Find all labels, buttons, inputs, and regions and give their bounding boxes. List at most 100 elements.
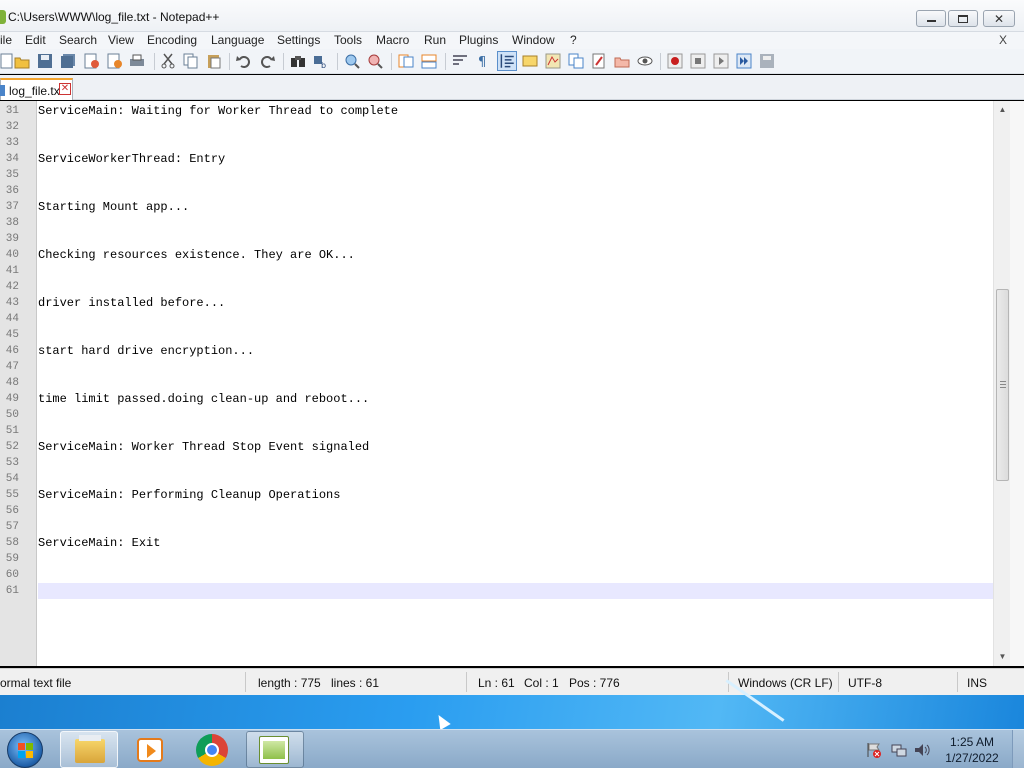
save-all-icon[interactable] xyxy=(60,53,76,69)
cut-icon[interactable] xyxy=(160,53,176,69)
svg-text:b: b xyxy=(321,61,326,69)
line-number: 46 xyxy=(5,345,19,357)
sync-vertical-icon[interactable] xyxy=(398,53,414,69)
code-line[interactable]: Starting Mount app... xyxy=(38,200,189,214)
close-all-icon[interactable] xyxy=(107,53,123,69)
zoom-in-icon[interactable] xyxy=(344,53,360,69)
word-wrap-icon[interactable] xyxy=(452,53,468,69)
system-clock[interactable]: 1:25 AM 1/27/2022 xyxy=(935,734,1009,766)
code-line[interactable]: ServiceMain: Performing Cleanup Operatio… xyxy=(38,488,340,502)
code-line[interactable]: ServiceMain: Exit xyxy=(38,536,160,550)
code-line[interactable]: ServiceMain: Worker Thread Stop Event si… xyxy=(38,440,369,454)
status-insert-mode[interactable]: INS xyxy=(967,676,987,690)
scrollbar-thumb[interactable] xyxy=(996,289,1009,481)
line-number: 31 xyxy=(5,105,19,117)
menu-macro[interactable]: Macro xyxy=(376,33,409,47)
stop-recording-icon[interactable] xyxy=(690,53,706,69)
status-column: Col : 1 xyxy=(524,676,559,690)
show-all-characters-icon[interactable]: ¶ xyxy=(475,53,491,69)
folder-icon[interactable] xyxy=(614,53,630,69)
line-number: 53 xyxy=(5,457,19,469)
save-macro-icon[interactable] xyxy=(759,53,775,69)
media-player-icon[interactable] xyxy=(137,738,163,762)
network-icon[interactable] xyxy=(891,742,907,758)
menu-tools[interactable]: Tools xyxy=(334,33,362,47)
sync-horizontal-icon[interactable] xyxy=(421,53,437,69)
menu-settings[interactable]: Settings xyxy=(277,33,320,47)
minimize-icon xyxy=(926,20,936,22)
windows-explorer-icon xyxy=(75,735,105,763)
menu-encoding[interactable]: Encoding xyxy=(147,33,197,47)
line-number: 44 xyxy=(5,313,19,325)
notepad-plus-plus-icon[interactable] xyxy=(0,10,6,24)
code-line[interactable]: Checking resources existence. They are O… xyxy=(38,248,355,262)
indent-guide-icon[interactable] xyxy=(497,51,517,71)
redo-icon[interactable] xyxy=(259,53,275,69)
menu-plugins[interactable]: Plugins xyxy=(459,33,498,47)
code-line[interactable]: ServiceWorkerThread: Entry xyxy=(38,152,225,166)
line-number: 34 xyxy=(5,153,19,165)
record-macro-icon[interactable] xyxy=(667,53,683,69)
print-icon[interactable] xyxy=(129,53,145,69)
document-map-icon[interactable] xyxy=(545,53,561,69)
menu-edit[interactable]: Edit xyxy=(25,33,46,47)
line-number: 60 xyxy=(5,569,19,581)
action-center-flag-icon[interactable] xyxy=(866,742,882,758)
zoom-out-icon[interactable] xyxy=(367,53,383,69)
line-number: 54 xyxy=(5,473,19,485)
save-icon[interactable] xyxy=(37,53,53,69)
paste-icon[interactable] xyxy=(206,53,222,69)
windows-logo-icon xyxy=(18,743,34,759)
desktop-background xyxy=(0,679,1024,729)
run-macro-multiple-icon[interactable] xyxy=(736,53,752,69)
copy-icon[interactable] xyxy=(183,53,199,69)
taskbar: 1:25 AM 1/27/2022 xyxy=(0,729,1024,768)
volume-icon[interactable] xyxy=(914,742,930,758)
menu-run[interactable]: Run xyxy=(424,33,446,47)
code-line[interactable]: time limit passed.doing clean-up and reb… xyxy=(38,392,369,406)
line-number: 59 xyxy=(5,553,19,565)
scroll-up-icon[interactable]: ▲ xyxy=(994,103,1011,117)
folder-as-workspace-icon[interactable] xyxy=(591,53,607,69)
line-number: 37 xyxy=(5,201,19,213)
line-number: 32 xyxy=(5,121,19,133)
code-line[interactable]: ServiceMain: Waiting for Worker Thread t… xyxy=(38,104,398,118)
close-window-button[interactable]: ✕ xyxy=(983,10,1015,27)
show-desktop-button[interactable] xyxy=(1012,730,1024,768)
menu-file[interactable]: ile xyxy=(0,33,12,47)
tab-close-icon[interactable]: ✕ xyxy=(59,83,71,95)
chrome-icon[interactable] xyxy=(196,734,228,766)
menu-window[interactable]: Window xyxy=(512,33,555,47)
open-file-icon[interactable] xyxy=(14,53,30,69)
replace-icon[interactable]: b xyxy=(313,53,329,69)
title-bar[interactable]: C:\Users\WWW\log_file.txt - Notepad++ ✕ xyxy=(0,0,1024,32)
code-line[interactable]: driver installed before... xyxy=(38,296,225,310)
line-number: 52 xyxy=(5,441,19,453)
monitoring-icon[interactable] xyxy=(637,53,653,69)
close-document-button[interactable]: X xyxy=(999,33,1007,47)
line-number: 56 xyxy=(5,505,19,517)
menu-view[interactable]: View xyxy=(108,33,134,47)
function-list-icon[interactable] xyxy=(568,53,584,69)
close-icon[interactable] xyxy=(84,53,100,69)
start-button[interactable] xyxy=(7,732,43,768)
vertical-scrollbar[interactable]: ▲ ▼ xyxy=(993,101,1010,666)
scroll-down-icon[interactable]: ▼ xyxy=(994,650,1011,664)
maximize-button[interactable] xyxy=(948,10,978,27)
code-line[interactable]: start hard drive encryption... xyxy=(38,344,254,358)
tab-log-file[interactable]: log_file.txt ✕ xyxy=(0,78,73,100)
status-eol-format[interactable]: Windows (CR LF) xyxy=(738,676,833,690)
tab-label: log_file.txt xyxy=(9,84,64,98)
menu-search[interactable]: Search xyxy=(59,33,97,47)
playback-macro-icon[interactable] xyxy=(713,53,729,69)
find-icon[interactable] xyxy=(290,53,306,69)
taskbar-explorer-button[interactable] xyxy=(60,731,118,768)
line-number: 48 xyxy=(5,377,19,389)
menu-help[interactable]: ? xyxy=(570,33,577,47)
status-encoding[interactable]: UTF-8 xyxy=(848,676,882,690)
menu-language[interactable]: Language xyxy=(211,33,264,47)
undo-icon[interactable] xyxy=(236,53,252,69)
text-editor[interactable]: 31 32 33 34 35 36 37 38 39 40 41 42 43 44 45 46 47 48 49 50… xyxy=(0,101,1024,666)
minimize-button[interactable] xyxy=(916,10,946,27)
user-language-icon[interactable] xyxy=(522,53,538,69)
